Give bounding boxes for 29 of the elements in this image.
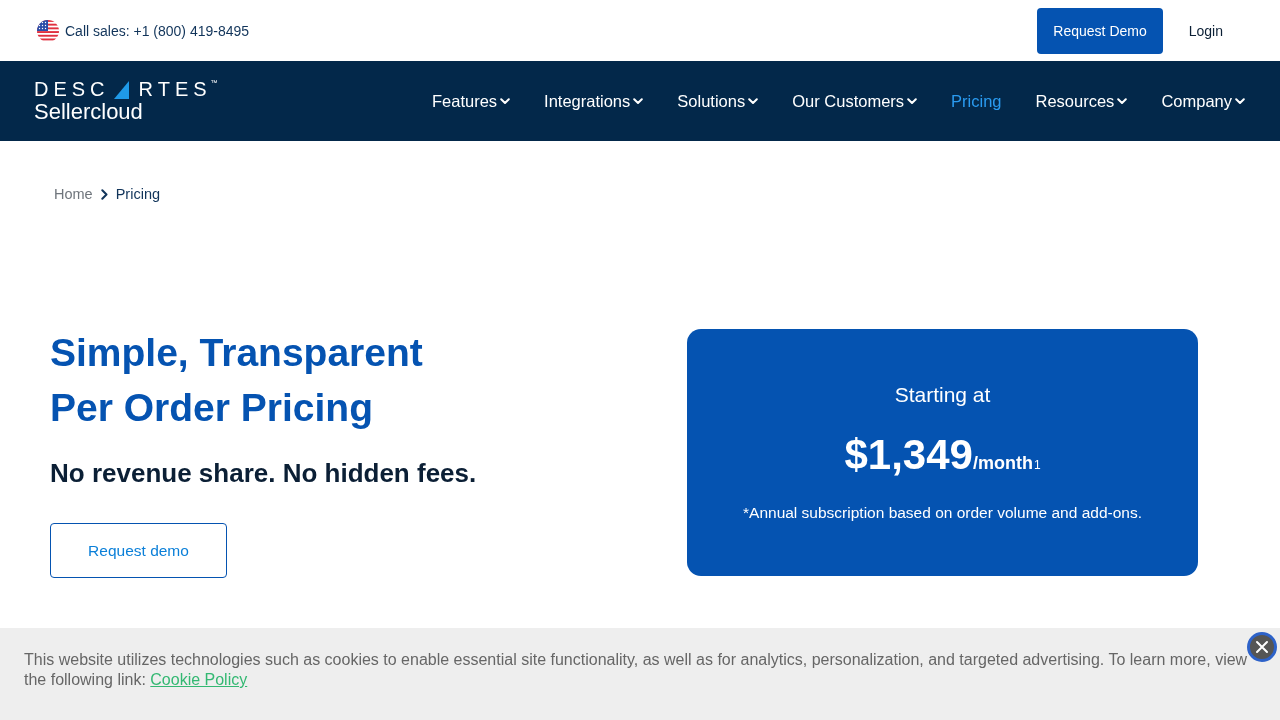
logo-text: RTES bbox=[138, 79, 212, 99]
nav-item[interactable]: Solutions bbox=[677, 91, 759, 111]
chevron-right-icon bbox=[100, 188, 108, 200]
breadcrumb-link[interactable]: Pricing bbox=[115, 186, 160, 202]
close-icon bbox=[1247, 632, 1277, 662]
breadcrumb-link[interactable]: Home bbox=[54, 186, 93, 202]
nav-item[interactable]: Our Customers bbox=[792, 91, 918, 111]
page-heading: Simple, Transparent Per Order Pricing bbox=[50, 330, 424, 431]
phone-number: Call sales: +1 (800) 419-8495 bbox=[65, 22, 250, 39]
request-demo-button[interactable]: Request Demo bbox=[1037, 7, 1163, 54]
logo-product-name: Sellercloud bbox=[34, 101, 144, 123]
close-button[interactable] bbox=[1247, 632, 1277, 662]
price-lead-text: Starting at bbox=[894, 383, 991, 407]
logo-text: DESC bbox=[34, 79, 110, 99]
request-demo-button[interactable]: Request demo bbox=[50, 523, 227, 578]
triangle-icon bbox=[113, 81, 129, 99]
footnote-mark: 1 bbox=[1033, 458, 1041, 472]
cookie-notice-text: This website utilizes technologies such as cookies to enable essential site functionality, as well as for analytics, personalization, and targeted advertising. To learn more, view the following link: Cookie Policy bbox=[24, 650, 1249, 690]
subheading: No revenue share. No hidden fees. bbox=[50, 458, 477, 489]
nav-item[interactable]: Company bbox=[1161, 91, 1245, 111]
us-flag-icon bbox=[37, 19, 59, 42]
price-amount: $1,349 bbox=[844, 431, 973, 479]
login-link[interactable]: Login bbox=[1172, 7, 1239, 54]
nav-item[interactable]: Integrations bbox=[544, 91, 644, 111]
nav-item[interactable]: Resources bbox=[1035, 91, 1128, 111]
price-period: /month bbox=[972, 453, 1033, 473]
nav-item[interactable]: Pricing bbox=[951, 91, 1002, 111]
price-note: *Annual subscription based on order volume and add-ons. bbox=[743, 504, 1142, 522]
nav-item[interactable]: Features bbox=[431, 91, 511, 111]
